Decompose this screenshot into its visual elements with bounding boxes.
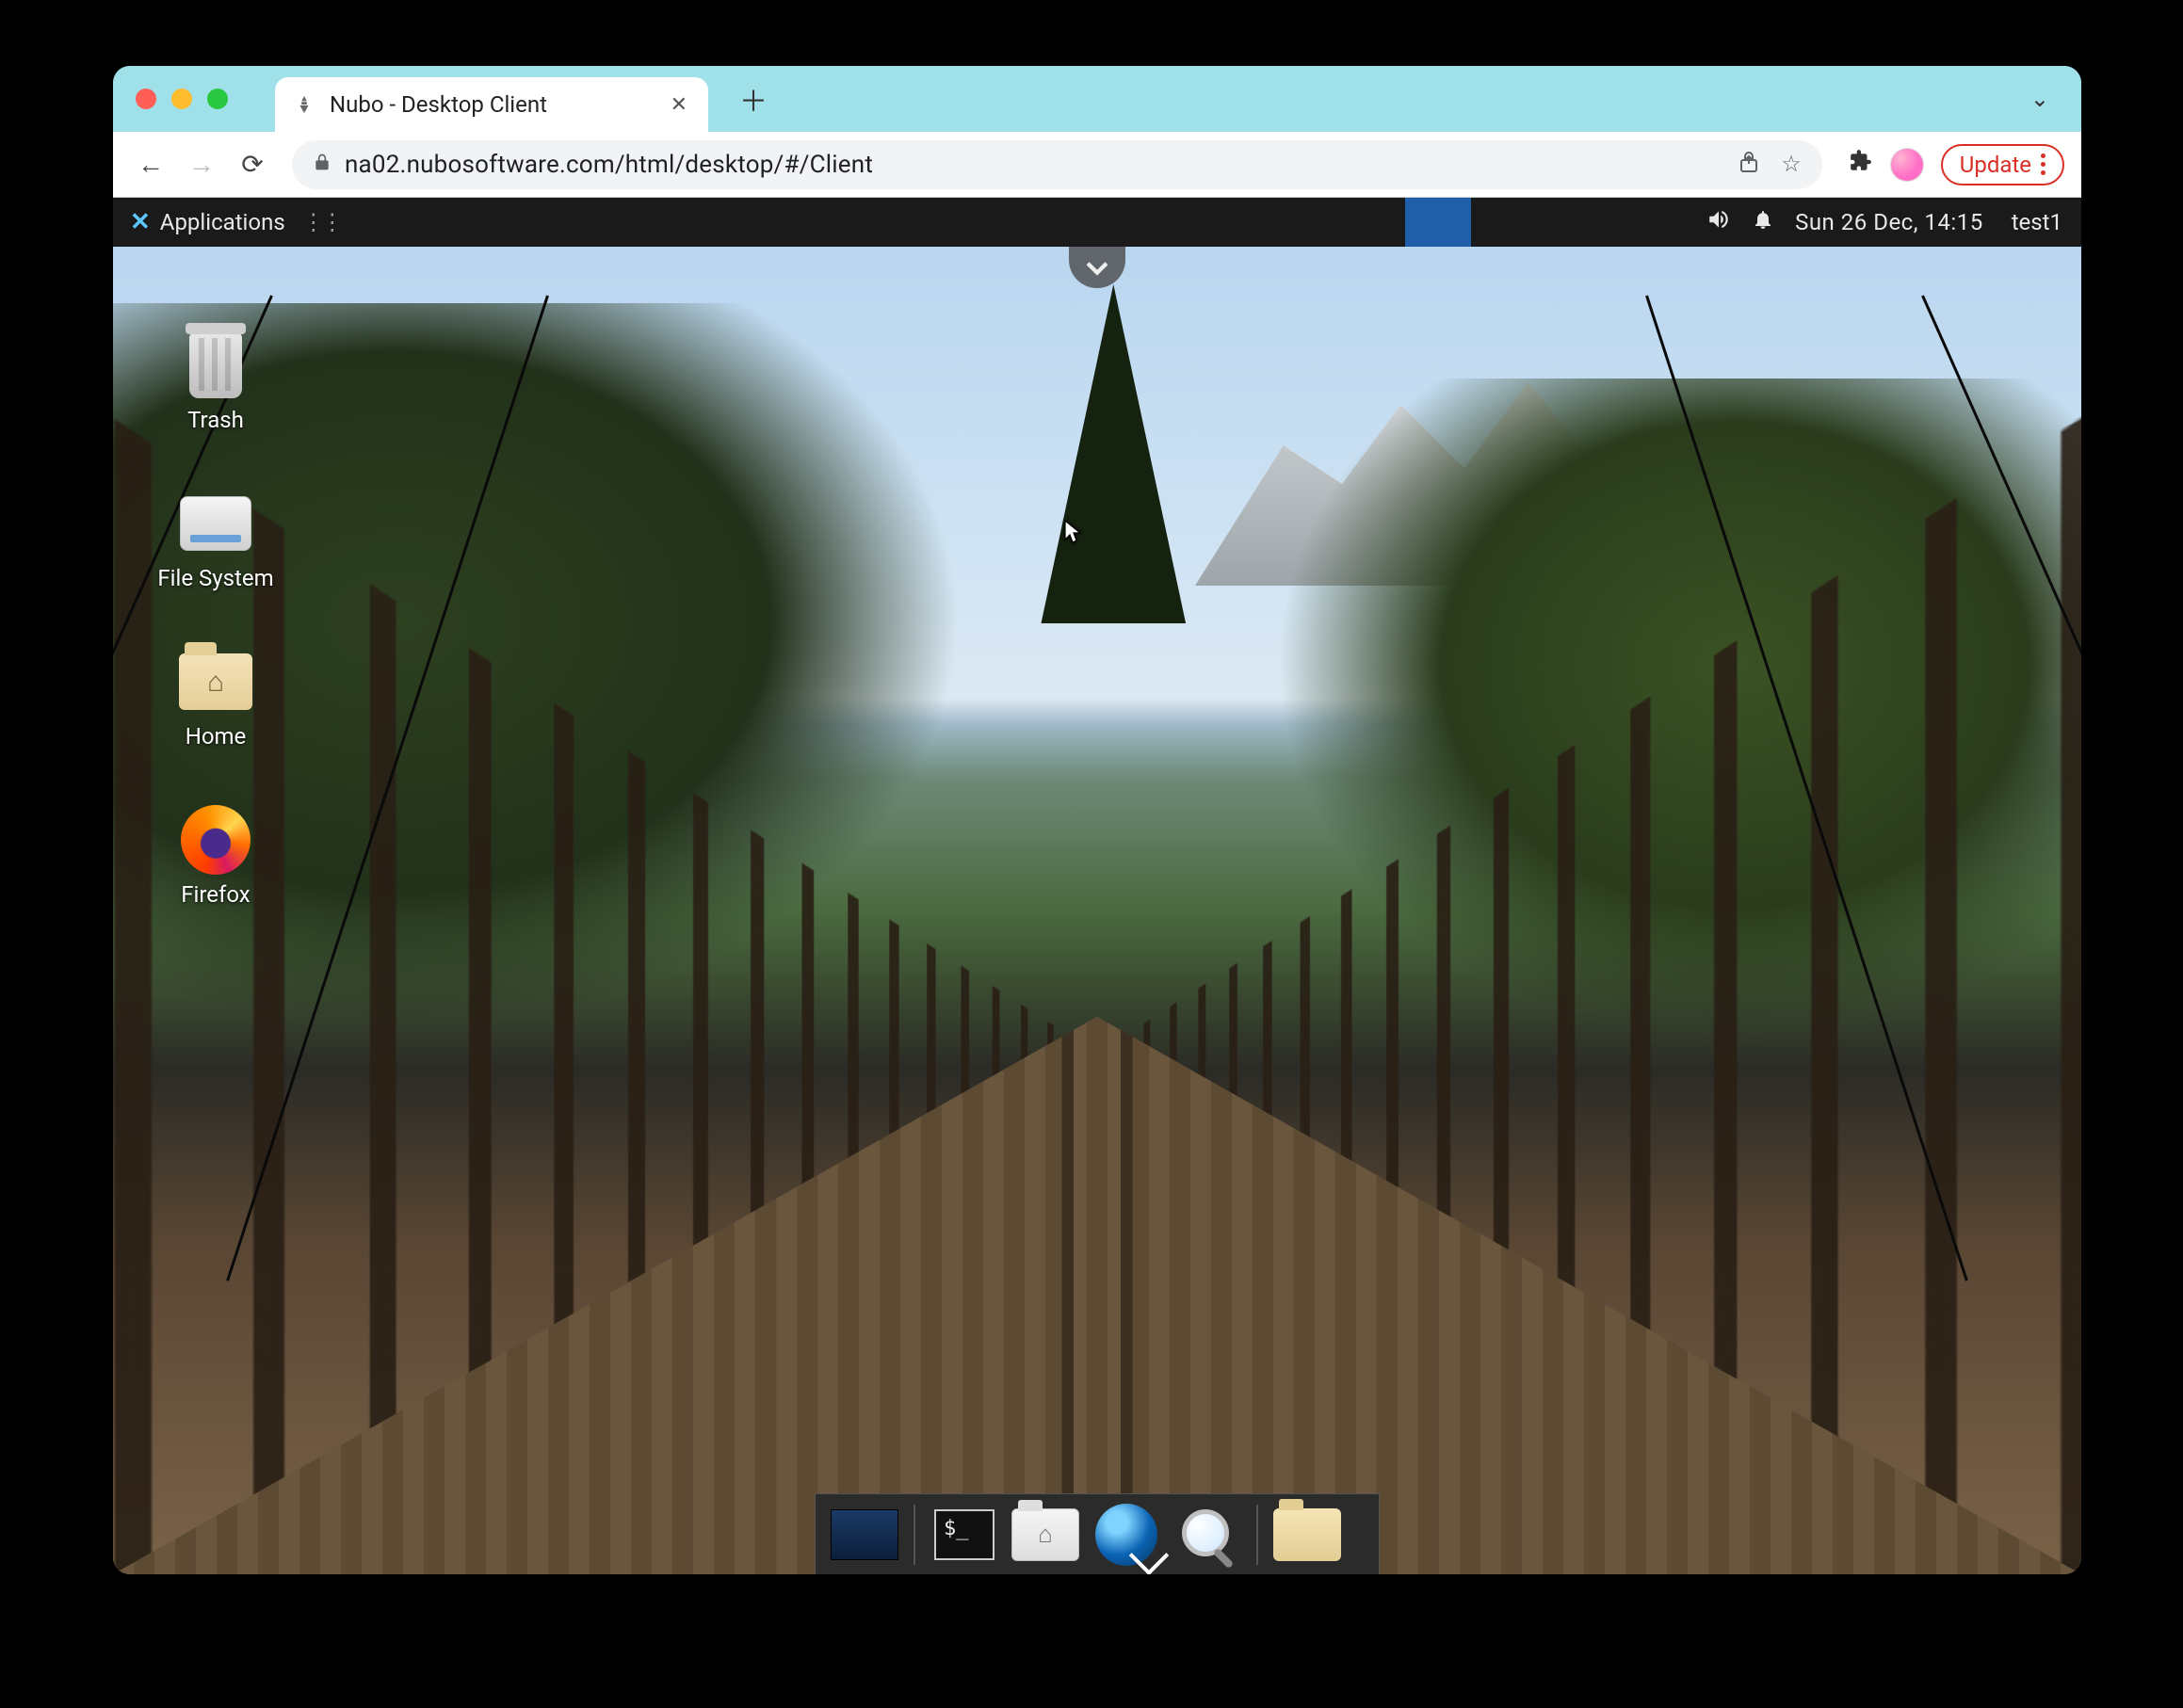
- active-task-indicator[interactable]: [1405, 198, 1471, 247]
- xfce-logo-icon: ✕: [130, 208, 151, 236]
- firefox-icon: [179, 806, 252, 874]
- file-manager-icon: ⌂: [1011, 1508, 1079, 1561]
- url-text: na02.nubosoftware.com/html/desktop/#/Cli…: [345, 151, 873, 179]
- dock-show-desktop[interactable]: [829, 1502, 900, 1568]
- desktop-icon-label: Home: [186, 723, 247, 749]
- user-menu[interactable]: test1: [2004, 209, 2062, 235]
- applications-menu[interactable]: ✕ Applications ⋮⋮: [122, 204, 348, 240]
- volume-icon[interactable]: [1706, 207, 1731, 237]
- desktop-icon-firefox[interactable]: Firefox: [145, 806, 286, 908]
- dock-terminal[interactable]: [929, 1502, 1000, 1568]
- favicon-icon: [292, 92, 316, 117]
- browser-tab[interactable]: Nubo - Desktop Client ✕: [275, 77, 708, 132]
- globe-icon: [1095, 1504, 1157, 1566]
- new-tab-button[interactable]: ＋: [735, 80, 772, 118]
- home-folder-icon: ⌂: [179, 648, 252, 716]
- trash-icon: [179, 331, 252, 399]
- update-label: Update: [1960, 152, 2031, 178]
- update-button[interactable]: Update: [1941, 144, 2064, 185]
- folder-icon: [1273, 1508, 1341, 1561]
- chrome-tab-bar: Nubo - Desktop Client ✕ ＋ ⌄: [113, 66, 2081, 132]
- taskbar: [361, 198, 1706, 247]
- minimize-window-button[interactable]: [171, 89, 192, 109]
- applications-label: Applications: [160, 209, 285, 235]
- tabs-dropdown-button[interactable]: ⌄: [2021, 76, 2059, 121]
- extensions-icon[interactable]: [1849, 149, 1873, 180]
- system-tray: Sun 26 Dec, 14:15 test1: [1706, 207, 2072, 237]
- profile-avatar[interactable]: [1890, 148, 1924, 182]
- desktop-wallpaper[interactable]: Trash File System ⌂ Home Firefox: [113, 247, 2081, 1574]
- desktop-icon-home[interactable]: ⌂ Home: [145, 648, 286, 749]
- window-controls: [136, 89, 228, 109]
- desktop-icon-filesystem[interactable]: File System: [145, 490, 286, 591]
- clock[interactable]: Sun 26 Dec, 14:15: [1795, 209, 1983, 235]
- close-window-button[interactable]: [136, 89, 156, 109]
- drive-icon: [179, 490, 252, 557]
- dock-separator: [1256, 1505, 1258, 1565]
- desktop-icon-trash[interactable]: Trash: [145, 331, 286, 433]
- share-icon[interactable]: [1738, 151, 1760, 179]
- back-button[interactable]: ←: [130, 144, 171, 185]
- forward-button[interactable]: →: [181, 144, 222, 185]
- desktop-icons: Trash File System ⌂ Home Firefox: [145, 331, 286, 908]
- notifications-icon[interactable]: [1752, 208, 1774, 236]
- bookmark-star-icon[interactable]: ☆: [1781, 151, 1802, 179]
- dock-app-finder[interactable]: [1172, 1502, 1243, 1568]
- kebab-icon: [2041, 153, 2046, 175]
- panel-handle-icon: ⋮⋮: [302, 209, 340, 235]
- terminal-icon: [934, 1509, 994, 1560]
- chevron-down-icon: [1081, 251, 1113, 283]
- desktop-icon-label: File System: [157, 565, 273, 591]
- desktop-icon-label: Firefox: [181, 881, 250, 908]
- dock-separator: [914, 1505, 915, 1565]
- lock-icon: [313, 153, 331, 176]
- bottom-dock: ⌂: [815, 1493, 1380, 1574]
- desktop-icon-label: Trash: [187, 407, 244, 433]
- show-desktop-icon: [831, 1509, 898, 1560]
- dock-user-folder[interactable]: [1271, 1502, 1343, 1568]
- tab-title: Nubo - Desktop Client: [330, 91, 654, 118]
- browser-window: Nubo - Desktop Client ✕ ＋ ⌄ ← → ⟳ na02.n…: [113, 66, 2081, 1574]
- dock-web-browser[interactable]: [1091, 1502, 1162, 1568]
- magnifier-icon: [1178, 1506, 1237, 1564]
- maximize-window-button[interactable]: [207, 89, 228, 109]
- chrome-toolbar: ← → ⟳ na02.nubosoftware.com/html/desktop…: [113, 132, 2081, 198]
- address-bar[interactable]: na02.nubosoftware.com/html/desktop/#/Cli…: [292, 140, 1822, 189]
- close-tab-button[interactable]: ✕: [667, 89, 691, 121]
- dock-file-manager[interactable]: ⌂: [1010, 1502, 1081, 1568]
- linux-top-panel: ✕ Applications ⋮⋮ Sun 26 Dec, 14:15 test…: [113, 198, 2081, 247]
- reload-button[interactable]: ⟳: [232, 144, 273, 185]
- remote-desktop-viewport[interactable]: ✕ Applications ⋮⋮ Sun 26 Dec, 14:15 test…: [113, 198, 2081, 1574]
